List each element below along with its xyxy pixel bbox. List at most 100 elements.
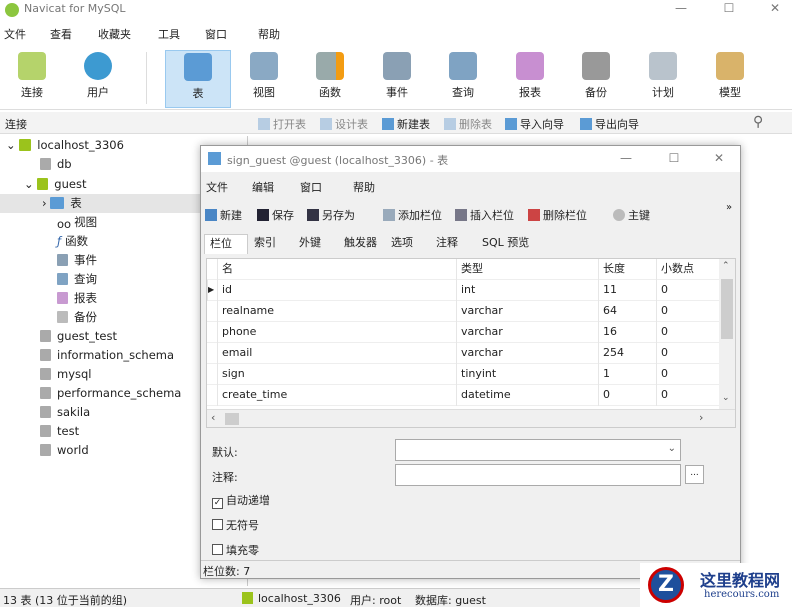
column-header-name[interactable]: 名 [217, 259, 456, 280]
tree-db[interactable]: sakila [40, 403, 90, 422]
tree-connection[interactable]: ⌄ localhost_3306 [6, 136, 124, 155]
menu-edit[interactable]: 编辑 [252, 179, 274, 195]
export-wizard-button[interactable]: 导出向导 [580, 116, 639, 132]
tree-db[interactable]: world [40, 441, 89, 460]
toolbar-function[interactable]: 函数 [299, 50, 361, 108]
tree-functions[interactable]: ƒ 函数 [57, 232, 88, 251]
close-button[interactable]: ✕ [760, 0, 790, 18]
table-row[interactable]: create_time datetime 0 0 [207, 385, 719, 406]
tab-indexes[interactable]: 索引 [249, 234, 281, 254]
toolbar-report[interactable]: 报表 [499, 50, 561, 108]
toolbar-backup[interactable]: 备份 [565, 50, 627, 108]
tab-sql-preview[interactable]: SQL 预览 [477, 234, 534, 254]
vertical-scrollbar[interactable]: ⌃ ⌄ [719, 259, 735, 409]
field-length-cell[interactable]: 11 [598, 280, 656, 301]
delete-table-button[interactable]: 删除表 [444, 116, 492, 132]
field-name-cell[interactable]: sign [217, 364, 456, 385]
tree-backups[interactable]: 备份 [57, 308, 97, 327]
toolbar-table[interactable]: 表 [165, 50, 231, 108]
minimize-button[interactable]: — [666, 0, 696, 18]
tree-db[interactable]: test [40, 422, 79, 441]
tree-db-db[interactable]: db [40, 155, 72, 174]
tree-events[interactable]: 事件 [57, 251, 97, 270]
zerofill-checkbox[interactable]: 填充零 [212, 542, 259, 558]
save-button[interactable]: 保存 [257, 207, 294, 223]
design-table-button[interactable]: 设计表 [320, 116, 368, 132]
column-header-length[interactable]: 长度 [598, 259, 656, 280]
tree-db[interactable]: performance_schema [40, 384, 181, 403]
search-icon[interactable]: ⚲ [753, 114, 763, 130]
field-decimals-cell[interactable]: 0 [656, 322, 719, 343]
menu-favorites[interactable]: 收藏夹 [98, 26, 131, 42]
field-decimals-cell[interactable]: 0 [656, 385, 719, 406]
tree-tables[interactable]: › 表 [42, 194, 82, 213]
save-as-button[interactable]: 另存为 [307, 207, 355, 223]
toolbar-model[interactable]: 模型 [699, 50, 761, 108]
toolbar-event[interactable]: 事件 [366, 50, 428, 108]
field-name-cell[interactable]: email [217, 343, 456, 364]
field-length-cell[interactable]: 254 [598, 343, 656, 364]
tab-triggers[interactable]: 触发器 [339, 234, 382, 254]
tab-fields[interactable]: 栏位 [204, 234, 248, 254]
insert-field-button[interactable]: 插入栏位 [455, 207, 514, 223]
maximize-button[interactable]: ☐ [659, 150, 689, 168]
tree-db-guest[interactable]: ⌄ guest [24, 175, 86, 194]
tab-foreign-keys[interactable]: 外键 [294, 234, 326, 254]
menu-tools[interactable]: 工具 [158, 26, 180, 42]
tree-db[interactable]: mysql [40, 365, 92, 384]
field-type-cell[interactable]: datetime [456, 385, 598, 406]
default-dropdown[interactable]: ⌄ [395, 439, 681, 461]
close-button[interactable]: ✕ [704, 150, 734, 168]
tab-comment[interactable]: 注释 [431, 234, 463, 254]
tree-reports[interactable]: 报表 [57, 289, 97, 308]
field-name-cell[interactable]: id [217, 280, 456, 301]
column-header-type[interactable]: 类型 [456, 259, 598, 280]
field-type-cell[interactable]: varchar [456, 301, 598, 322]
overflow-chevron-icon[interactable]: » [726, 202, 732, 213]
import-wizard-button[interactable]: 导入向导 [505, 116, 564, 132]
field-name-cell[interactable]: phone [217, 322, 456, 343]
field-name-cell[interactable]: realname [217, 301, 456, 322]
toolbar-schedule[interactable]: 计划 [632, 50, 694, 108]
minimize-button[interactable]: — [611, 150, 641, 168]
menu-file[interactable]: 文件 [4, 26, 26, 42]
unsigned-checkbox[interactable]: 无符号 [212, 517, 259, 533]
add-field-button[interactable]: 添加栏位 [383, 207, 442, 223]
field-type-cell[interactable]: varchar [456, 322, 598, 343]
field-decimals-cell[interactable]: 0 [656, 343, 719, 364]
tree-db[interactable]: guest_test [40, 327, 117, 346]
delete-field-button[interactable]: 删除栏位 [528, 207, 587, 223]
scroll-up-icon[interactable]: ⌃ [722, 261, 730, 271]
comment-input[interactable] [395, 464, 681, 486]
field-decimals-cell[interactable]: 0 [656, 280, 719, 301]
menu-file[interactable]: 文件 [206, 179, 228, 195]
primary-key-button[interactable]: 主键 [613, 207, 650, 223]
new-button[interactable]: 新建 [205, 207, 242, 223]
toolbar-query[interactable]: 查询 [432, 50, 494, 108]
field-length-cell[interactable]: 0 [598, 385, 656, 406]
tree-views[interactable]: oo 视图 [57, 213, 97, 232]
menu-window[interactable]: 窗口 [205, 26, 227, 42]
field-length-cell[interactable]: 64 [598, 301, 656, 322]
field-type-cell[interactable]: varchar [456, 343, 598, 364]
field-length-cell[interactable]: 1 [598, 364, 656, 385]
toolbar-connect[interactable]: 连接 [1, 50, 63, 108]
field-length-cell[interactable]: 16 [598, 322, 656, 343]
scrollbar-thumb[interactable] [721, 279, 733, 339]
menu-view[interactable]: 查看 [50, 26, 72, 42]
menu-window[interactable]: 窗口 [300, 179, 322, 195]
scroll-right-icon[interactable]: › [699, 411, 703, 424]
menu-help[interactable]: 帮助 [258, 26, 280, 42]
scroll-left-icon[interactable]: ‹ [211, 411, 215, 424]
horizontal-scrollbar[interactable]: ‹ › [207, 409, 735, 427]
table-row[interactable]: sign tinyint 1 0 [207, 364, 719, 385]
field-decimals-cell[interactable]: 0 [656, 301, 719, 322]
table-row[interactable]: phone varchar 16 0 [207, 322, 719, 343]
table-row[interactable]: ▶ id int 11 0 [207, 280, 719, 301]
maximize-button[interactable]: ☐ [714, 0, 744, 18]
tree-queries[interactable]: 查询 [57, 270, 97, 289]
table-row[interactable]: email varchar 254 0 [207, 343, 719, 364]
auto-increment-checkbox[interactable]: ✓ 自动递增 [212, 492, 270, 509]
comment-ellipsis-button[interactable]: ... [685, 465, 704, 484]
tree-db[interactable]: information_schema [40, 346, 174, 365]
